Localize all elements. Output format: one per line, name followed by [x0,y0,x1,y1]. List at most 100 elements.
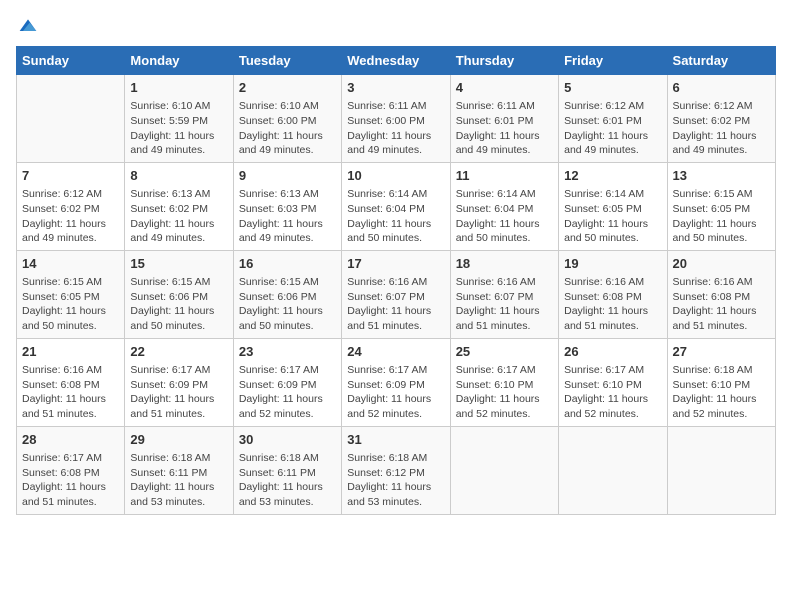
calendar-cell [17,75,125,163]
calendar-cell: 29Sunrise: 6:18 AM Sunset: 6:11 PM Dayli… [125,426,233,514]
calendar-cell: 2 Sunrise: 6:10 AM Sunset: 6:00 PM Daylig… [233,75,341,163]
calendar-header-wednesday: Wednesday [342,47,450,75]
day-number: 11 [456,167,553,185]
day-info: Sunrise: 6:16 AM Sunset: 6:08 PM Dayligh… [673,275,770,334]
day-number: 30 [239,431,336,449]
day-number: 25 [456,343,553,361]
calendar-cell: 31Sunrise: 6:18 AM Sunset: 6:12 PM Dayli… [342,426,450,514]
day-info: Sunrise: 6:16 AM Sunset: 6:08 PM Dayligh… [22,363,119,422]
calendar-cell: 24 Sunrise: 6:17 AM Sunset: 6:09 PM Dayli… [342,338,450,426]
calendar-cell: 5Sunrise: 6:12 AM Sunset: 6:01 PM Daylig… [559,75,667,163]
calendar-header-monday: Monday [125,47,233,75]
day-info: Sunrise: 6:15 AM Sunset: 6:06 PM Dayligh… [130,275,227,334]
day-number: 31 [347,431,444,449]
day-number: 9 [239,167,336,185]
day-info: Sunrise: 6:17 AM Sunset: 6:09 PM Dayligh… [239,363,336,422]
calendar-cell: 1 Sunrise: 6:10 AM Sunset: 5:59 PM Daylig… [125,75,233,163]
day-info: Sunrise: 6:18 AM Sunset: 6:10 PM Dayligh… [673,363,770,422]
day-info: Sunrise: 6:12 AM Sunset: 6:02 PM Dayligh… [22,187,119,246]
calendar-cell: 4 Sunrise: 6:11 AM Sunset: 6:01 PM Daylig… [450,75,558,163]
day-number: 3 [347,79,444,97]
day-number: 23 [239,343,336,361]
day-info: Sunrise: 6:14 AM Sunset: 6:05 PM Dayligh… [564,187,661,246]
day-number: 1 [130,79,227,97]
day-info: Sunrise: 6:11 AM Sunset: 6:01 PM Dayligh… [456,99,553,158]
day-number: 21 [22,343,119,361]
day-number: 5 [564,79,661,97]
day-number: 15 [130,255,227,273]
calendar-week-row: 14 Sunrise: 6:15 AM Sunset: 6:05 PM Dayli… [17,250,776,338]
day-info: Sunrise: 6:15 AM Sunset: 6:05 PM Dayligh… [22,275,119,334]
day-info: Sunrise: 6:16 AM Sunset: 6:07 PM Dayligh… [456,275,553,334]
day-number: 12 [564,167,661,185]
day-number: 14 [22,255,119,273]
logo [16,16,38,36]
calendar-week-row: 28 Sunrise: 6:17 AM Sunset: 6:08 PM Dayli… [17,426,776,514]
day-number: 29 [130,431,227,449]
calendar-cell: 6Sunrise: 6:12 AM Sunset: 6:02 PM Daylig… [667,75,775,163]
calendar-cell: 25 Sunrise: 6:17 AM Sunset: 6:10 PM Dayli… [450,338,558,426]
calendar-cell: 16 Sunrise: 6:15 AM Sunset: 6:06 PM Dayli… [233,250,341,338]
calendar-week-row: 1 Sunrise: 6:10 AM Sunset: 5:59 PM Daylig… [17,75,776,163]
day-number: 22 [130,343,227,361]
calendar-cell: 13 Sunrise: 6:15 AM Sunset: 6:05 PM Dayli… [667,162,775,250]
day-number: 28 [22,431,119,449]
day-number: 2 [239,79,336,97]
calendar-cell: 11 Sunrise: 6:14 AM Sunset: 6:04 PM Dayli… [450,162,558,250]
day-number: 13 [673,167,770,185]
calendar-cell: 30Sunrise: 6:18 AM Sunset: 6:11 PM Dayli… [233,426,341,514]
page-header [16,16,776,36]
day-info: Sunrise: 6:17 AM Sunset: 6:10 PM Dayligh… [564,363,661,422]
calendar-cell: 10Sunrise: 6:14 AM Sunset: 6:04 PM Dayli… [342,162,450,250]
calendar-cell: 21 Sunrise: 6:16 AM Sunset: 6:08 PM Dayli… [17,338,125,426]
day-info: Sunrise: 6:10 AM Sunset: 5:59 PM Dayligh… [130,99,227,158]
calendar-cell: 18 Sunrise: 6:16 AM Sunset: 6:07 PM Dayli… [450,250,558,338]
day-info: Sunrise: 6:15 AM Sunset: 6:06 PM Dayligh… [239,275,336,334]
calendar-cell: 12 Sunrise: 6:14 AM Sunset: 6:05 PM Dayli… [559,162,667,250]
day-number: 19 [564,255,661,273]
calendar-cell: 27 Sunrise: 6:18 AM Sunset: 6:10 PM Dayli… [667,338,775,426]
calendar-cell: 15 Sunrise: 6:15 AM Sunset: 6:06 PM Dayli… [125,250,233,338]
day-info: Sunrise: 6:14 AM Sunset: 6:04 PM Dayligh… [456,187,553,246]
calendar-cell [450,426,558,514]
day-info: Sunrise: 6:17 AM Sunset: 6:10 PM Dayligh… [456,363,553,422]
calendar-cell: 17Sunrise: 6:16 AM Sunset: 6:07 PM Dayli… [342,250,450,338]
day-info: Sunrise: 6:11 AM Sunset: 6:00 PM Dayligh… [347,99,444,158]
day-number: 16 [239,255,336,273]
calendar-cell: 7 Sunrise: 6:12 AM Sunset: 6:02 PM Daylig… [17,162,125,250]
day-info: Sunrise: 6:17 AM Sunset: 6:09 PM Dayligh… [347,363,444,422]
day-number: 18 [456,255,553,273]
day-number: 24 [347,343,444,361]
day-number: 26 [564,343,661,361]
calendar-header-thursday: Thursday [450,47,558,75]
calendar-cell: 14 Sunrise: 6:15 AM Sunset: 6:05 PM Dayli… [17,250,125,338]
day-number: 8 [130,167,227,185]
day-info: Sunrise: 6:17 AM Sunset: 6:09 PM Dayligh… [130,363,227,422]
day-info: Sunrise: 6:14 AM Sunset: 6:04 PM Dayligh… [347,187,444,246]
day-info: Sunrise: 6:15 AM Sunset: 6:05 PM Dayligh… [673,187,770,246]
day-number: 6 [673,79,770,97]
day-info: Sunrise: 6:13 AM Sunset: 6:02 PM Dayligh… [130,187,227,246]
calendar-header-row: SundayMondayTuesdayWednesdayThursdayFrid… [17,47,776,75]
calendar-cell: 20 Sunrise: 6:16 AM Sunset: 6:08 PM Dayli… [667,250,775,338]
day-info: Sunrise: 6:16 AM Sunset: 6:08 PM Dayligh… [564,275,661,334]
calendar-header-tuesday: Tuesday [233,47,341,75]
logo-icon [18,16,38,36]
calendar-cell: 19 Sunrise: 6:16 AM Sunset: 6:08 PM Dayli… [559,250,667,338]
calendar-table: SundayMondayTuesdayWednesdayThursdayFrid… [16,46,776,515]
day-number: 4 [456,79,553,97]
day-info: Sunrise: 6:17 AM Sunset: 6:08 PM Dayligh… [22,451,119,510]
day-info: Sunrise: 6:13 AM Sunset: 6:03 PM Dayligh… [239,187,336,246]
day-number: 7 [22,167,119,185]
calendar-cell [667,426,775,514]
calendar-cell: 28 Sunrise: 6:17 AM Sunset: 6:08 PM Dayli… [17,426,125,514]
calendar-cell: 8 Sunrise: 6:13 AM Sunset: 6:02 PM Daylig… [125,162,233,250]
calendar-header-saturday: Saturday [667,47,775,75]
calendar-cell [559,426,667,514]
calendar-week-row: 7 Sunrise: 6:12 AM Sunset: 6:02 PM Daylig… [17,162,776,250]
day-info: Sunrise: 6:10 AM Sunset: 6:00 PM Dayligh… [239,99,336,158]
calendar-cell: 23 Sunrise: 6:17 AM Sunset: 6:09 PM Dayli… [233,338,341,426]
calendar-week-row: 21 Sunrise: 6:16 AM Sunset: 6:08 PM Dayli… [17,338,776,426]
day-number: 27 [673,343,770,361]
day-number: 20 [673,255,770,273]
